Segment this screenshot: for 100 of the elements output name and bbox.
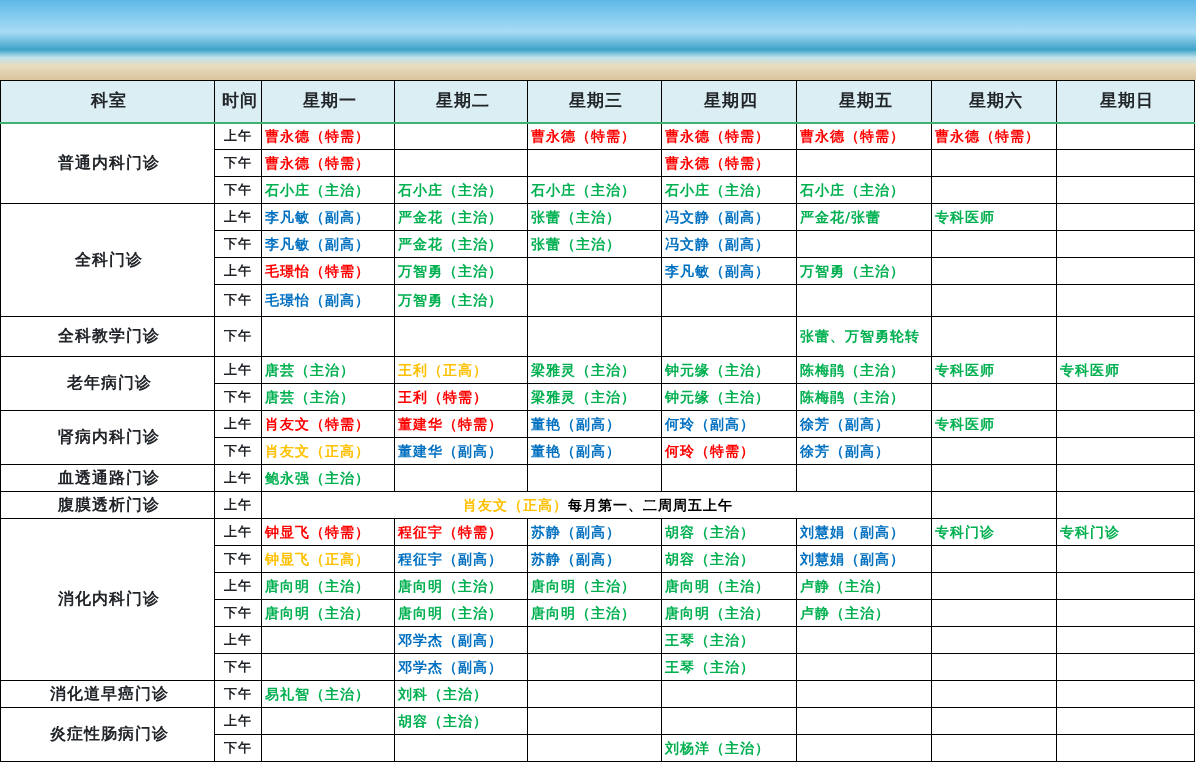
time-cell: 下午: [214, 599, 262, 627]
doctor-cell: 张蕾、万智勇轮转: [796, 316, 932, 357]
doctor-cell: 万智勇（主治）: [394, 257, 528, 285]
doctor-cell: 董艳（副高）: [527, 437, 662, 465]
doctor-cell: 胡容（主治）: [661, 545, 797, 573]
time-cell: 下午: [214, 316, 262, 357]
doctor-cell: 刘慧娟（副高）: [796, 518, 932, 546]
doctor-cell: 唐向明（主治）: [394, 572, 528, 600]
doctor-cell: 邓学杰（副高）: [394, 626, 528, 654]
department-cell: 全科门诊: [0, 203, 215, 317]
doctor-cell: 唐向明（主治）: [261, 572, 395, 600]
doctor-cell: 石小庄（主治）: [394, 176, 528, 204]
doctor-cell: 钟元缘（主治）: [661, 356, 797, 384]
doctor-cell: 唐向明（主治）: [661, 572, 797, 600]
time-cell: 上午: [214, 122, 262, 150]
department-cell: 消化道早癌门诊: [0, 680, 215, 708]
doctor-cell: 徐芳（副高）: [796, 437, 932, 465]
doctor-cell: 卢静（主治）: [796, 572, 932, 600]
doctor-cell: 专科医师: [931, 410, 1057, 438]
doctor-name: 肖友文（正高）: [463, 496, 568, 513]
doctor-cell: 石小庄（主治）: [661, 176, 797, 204]
time-cell: 上午: [214, 518, 262, 546]
time-cell: 上午: [214, 410, 262, 438]
doctor-cell: 曹永德（特需）: [661, 122, 797, 150]
doctor-cell: 刘科（主治）: [394, 680, 528, 708]
column-header: 星期五: [796, 80, 932, 123]
doctor-cell: 王琴（主治）: [661, 653, 797, 681]
doctor-cell: 曹永德（特需）: [931, 122, 1057, 150]
time-cell: 上午: [214, 356, 262, 384]
doctor-cell: 梁雅灵（主治）: [527, 383, 662, 411]
department-cell: 肾病内科门诊: [0, 410, 215, 465]
doctor-cell: 唐向明（主治）: [527, 599, 662, 627]
doctor-cell: 易礼智（主治）: [261, 680, 395, 708]
time-cell: 下午: [214, 437, 262, 465]
doctor-cell: 鲍永强（主治）: [261, 464, 395, 492]
doctor-cell: 王利（正高）: [394, 356, 528, 384]
doctor-cell: 王琴（主治）: [661, 626, 797, 654]
time-cell: 上午: [214, 572, 262, 600]
department-cell: 血透通路门诊: [0, 464, 215, 492]
doctor-cell: 董建华（特需）: [394, 410, 528, 438]
doctor-cell: 严金花/张蕾: [796, 203, 932, 231]
time-cell: 下午: [214, 734, 262, 762]
doctor-cell: 胡容（主治）: [394, 707, 528, 735]
doctor-cell: 唐向明（主治）: [261, 599, 395, 627]
doctor-cell: 肖友文（特需）: [261, 410, 395, 438]
time-cell: 上午: [214, 257, 262, 285]
doctor-cell: 陈梅鹃（主治）: [796, 356, 932, 384]
doctor-cell: 严金花（主治）: [394, 203, 528, 231]
doctor-cell: 曹永德（特需）: [796, 122, 932, 150]
column-header: 星期一: [261, 80, 395, 123]
doctor-cell: 王利（特需）: [394, 383, 528, 411]
time-cell: 下午: [214, 149, 262, 177]
doctor-cell: 卢静（主治）: [796, 599, 932, 627]
time-cell: 上午: [214, 707, 262, 735]
doctor-cell: 毛璟怡（特需）: [261, 257, 395, 285]
doctor-cell: 唐向明（主治）: [394, 599, 528, 627]
doctor-cell: 肖友文（正高）: [261, 437, 395, 465]
doctor-cell: 刘慧娟（副高）: [796, 545, 932, 573]
time-cell: 下午: [214, 383, 262, 411]
doctor-cell: 冯文静（副高）: [661, 203, 797, 231]
doctor-cell: 专科门诊: [931, 518, 1057, 546]
doctor-cell: 钟显飞（正高）: [261, 545, 395, 573]
doctor-cell: 程征宇（副高）: [394, 545, 528, 573]
time-cell: 下午: [214, 653, 262, 681]
doctor-cell: 毛璟怡（副高）: [261, 284, 395, 317]
schedule-note: 每月第一、二周周五上午: [568, 496, 733, 513]
doctor-cell: 钟显飞（特需）: [261, 518, 395, 546]
time-cell: 下午: [214, 284, 262, 317]
doctor-cell: 何玲（特需）: [661, 437, 797, 465]
doctor-cell: 曹永德（特需）: [661, 149, 797, 177]
doctor-cell: 梁雅灵（主治）: [527, 356, 662, 384]
doctor-cell: 苏静（副高）: [527, 518, 662, 546]
doctor-cell: 董建华（副高）: [394, 437, 528, 465]
doctor-cell: 李凡敏（副高）: [261, 203, 395, 231]
doctor-cell: 苏静（副高）: [527, 545, 662, 573]
doctor-cell: 冯文静（副高）: [661, 230, 797, 258]
doctor-cell: 董艳（副高）: [527, 410, 662, 438]
doctor-cell: 曹永德（特需）: [261, 149, 395, 177]
department-cell: 老年病门诊: [0, 356, 215, 411]
doctor-cell: 胡容（主治）: [661, 518, 797, 546]
time-cell: 上午: [214, 626, 262, 654]
doctor-cell: 专科医师: [931, 203, 1057, 231]
doctor-cell: 徐芳（副高）: [796, 410, 932, 438]
doctor-cell: 曹永德（特需）: [527, 122, 662, 150]
column-header: 星期二: [394, 80, 528, 123]
column-header: 星期四: [661, 80, 797, 123]
doctor-cell: 严金花（主治）: [394, 230, 528, 258]
department-cell: 全科教学门诊: [0, 316, 215, 357]
doctor-cell: 钟元缘（主治）: [661, 383, 797, 411]
doctor-cell: 何玲（副高）: [661, 410, 797, 438]
doctor-cell: 石小庄（主治）: [261, 176, 395, 204]
doctor-cell: 唐向明（主治）: [661, 599, 797, 627]
doctor-cell: 专科医师: [1056, 356, 1195, 384]
column-header: 星期三: [527, 80, 662, 123]
doctor-cell: 邓学杰（副高）: [394, 653, 528, 681]
doctor-cell: 万智勇（主治）: [394, 284, 528, 317]
time-cell: 下午: [214, 230, 262, 258]
doctor-cell: 刘杨洋（主治）: [661, 734, 797, 762]
time-cell: 上午: [214, 491, 262, 519]
doctor-cell: 程征宇（特需）: [394, 518, 528, 546]
